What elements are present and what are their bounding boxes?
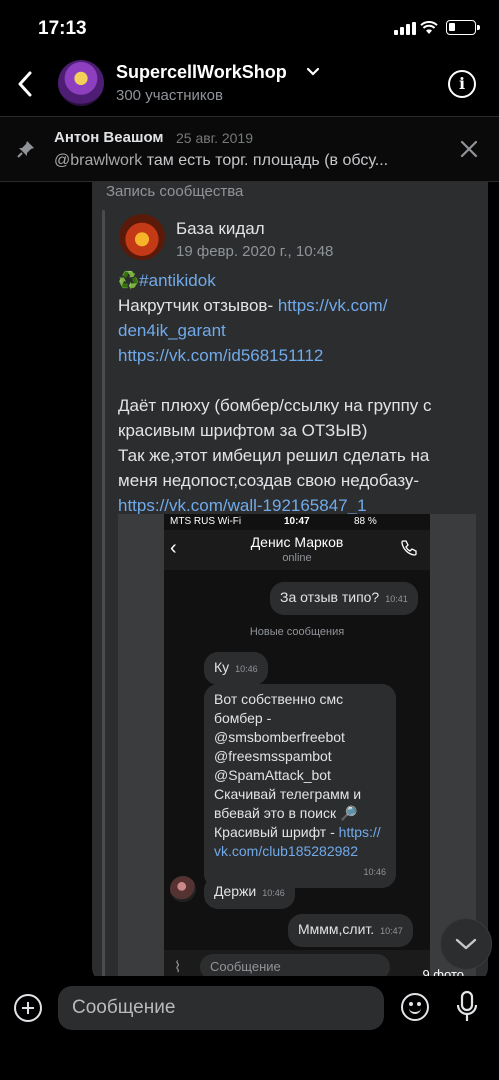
embedded-chat-header: ‹ Денис Марков online	[164, 530, 430, 570]
post-line: Даёт плюху (бомбер/ссылку на группу с	[118, 396, 432, 415]
embedded-status-bar: MTS RUS Wi-Fi 10:47 88 %	[164, 514, 430, 530]
group-avatar[interactable]	[119, 214, 165, 260]
message-composer	[0, 976, 499, 1080]
embedded-message-line: Красивый шрифт -	[214, 824, 339, 840]
embedded-message-time: 10:46	[363, 867, 386, 877]
status-bar: 17:13	[0, 0, 499, 56]
embedded-message-text: Держи	[214, 883, 257, 899]
chevron-down-icon	[455, 938, 477, 950]
embedded-message-text: За отзыв типо?	[280, 589, 380, 605]
post-link[interactable]: https://vk.com/id568151112	[118, 343, 478, 368]
repost-divider	[102, 210, 105, 982]
new-messages-divider: Новые сообщения	[249, 626, 345, 638]
message-bubble[interactable]: Запись сообщества База кидал 19 февр. 20…	[92, 182, 488, 982]
embedded-contact-status: online	[282, 552, 312, 564]
embedded-message-line: Вот собственно смс	[214, 691, 344, 707]
embedded-message-time: 10:41	[385, 594, 408, 604]
embedded-message-in: Держи 10:46	[204, 876, 295, 909]
repost-label: Запись сообщества	[106, 183, 244, 200]
battery-icon	[446, 20, 480, 35]
embedded-message-text: Мммм,слит.	[298, 921, 375, 937]
embedded-message-line: бомбер -	[214, 710, 272, 726]
back-arrow-icon[interactable]	[10, 66, 40, 102]
post-line: Накрутчик отзывов-	[118, 296, 278, 315]
microphone-icon[interactable]	[455, 990, 479, 1024]
embedded-attach-icon: ⌇	[174, 959, 182, 976]
embedded-message-text: Ку	[214, 659, 230, 675]
embedded-message-line: @freesmsspambot	[214, 748, 332, 764]
embedded-message-in: Ку 10:46	[204, 652, 268, 685]
embedded-message-line: Скачивай телеграмм и	[214, 786, 362, 802]
embedded-chat-screenshot: MTS RUS Wi-Fi 10:47 88 % ‹ Денис Марков …	[164, 514, 430, 982]
attached-photo[interactable]: MTS RUS Wi-Fi 10:47 88 % ‹ Денис Марков …	[118, 514, 476, 982]
embedded-carrier: MTS RUS Wi-Fi	[170, 516, 242, 527]
post-line: Так же,этот имбецил решил сделать на	[118, 446, 430, 465]
status-time: 17:13	[38, 18, 87, 39]
hashtag-link[interactable]: ♻️#antikidok	[118, 268, 478, 293]
post-date: 19 февр. 2020 г., 10:48	[176, 243, 334, 260]
post-text: ♻️#antikidok Накрутчик отзывов- https://…	[118, 268, 478, 518]
chat-title[interactable]: SupercellWorkShop	[116, 62, 287, 83]
chat-avatar[interactable]	[58, 60, 104, 106]
pinned-date: 25 авг. 2019	[176, 130, 254, 146]
embedded-message-link: vk.com/club185282982	[214, 843, 358, 859]
wifi-icon	[420, 21, 438, 34]
embedded-message-line: @smsbomberfreebot	[214, 729, 345, 745]
post-link[interactable]: https://vk.com/	[278, 296, 388, 315]
embedded-message-in: Вот собственно смс бомбер - @smsbomberfr…	[204, 684, 396, 888]
chat-members-count: 300 участников	[116, 87, 223, 104]
embedded-message-time: 10:46	[262, 888, 285, 898]
embedded-contact-avatar	[170, 876, 196, 902]
embedded-message-line: вбевай это в поиск 🔎	[214, 805, 358, 821]
embedded-message-link: https://	[338, 824, 381, 840]
pinned-mention[interactable]: @brawlwork	[54, 152, 142, 169]
embedded-message-time: 10:46	[235, 664, 258, 674]
pinned-text-body: там есть торг. площадь (в обсу...	[142, 152, 389, 169]
embedded-message-time: 10:47	[380, 926, 403, 936]
close-icon[interactable]	[460, 140, 478, 158]
embedded-message-line: @SpamAttack_bot	[214, 767, 331, 783]
message-input[interactable]	[58, 986, 384, 1030]
post-line: меня недопост,создав свою недобазу-	[118, 471, 420, 490]
emoji-icon[interactable]	[401, 993, 429, 1021]
chevron-down-icon[interactable]	[306, 67, 320, 77]
scroll-down-button[interactable]	[440, 918, 492, 970]
info-icon[interactable]: i	[448, 70, 476, 98]
attach-plus-icon[interactable]	[14, 994, 42, 1022]
embedded-time: 10:47	[284, 516, 310, 527]
embedded-message-out: За отзыв типо? 10:41	[270, 582, 418, 615]
embedded-message-out: Мммм,слит. 10:47	[288, 914, 413, 947]
pinned-author: Антон Веашом	[54, 129, 164, 146]
post-link[interactable]: den4ik_garant	[118, 318, 478, 343]
cellular-signal-icon	[394, 22, 416, 35]
embedded-battery: 88 %	[354, 516, 377, 527]
chat-header: SupercellWorkShop 300 участников i	[0, 56, 499, 114]
post-line: красивым шрифтом за ОТЗЫВ)	[118, 421, 368, 440]
pinned-text: @brawlwork там есть торг. площадь (в обс…	[54, 152, 446, 170]
group-name[interactable]: База кидал	[176, 219, 265, 239]
pin-icon	[17, 141, 34, 158]
phone-icon	[401, 540, 417, 556]
embedded-contact-name: Денис Марков	[250, 534, 344, 550]
pinned-message[interactable]: Антон Веашом 25 авг. 2019 @brawlwork там…	[0, 116, 499, 182]
